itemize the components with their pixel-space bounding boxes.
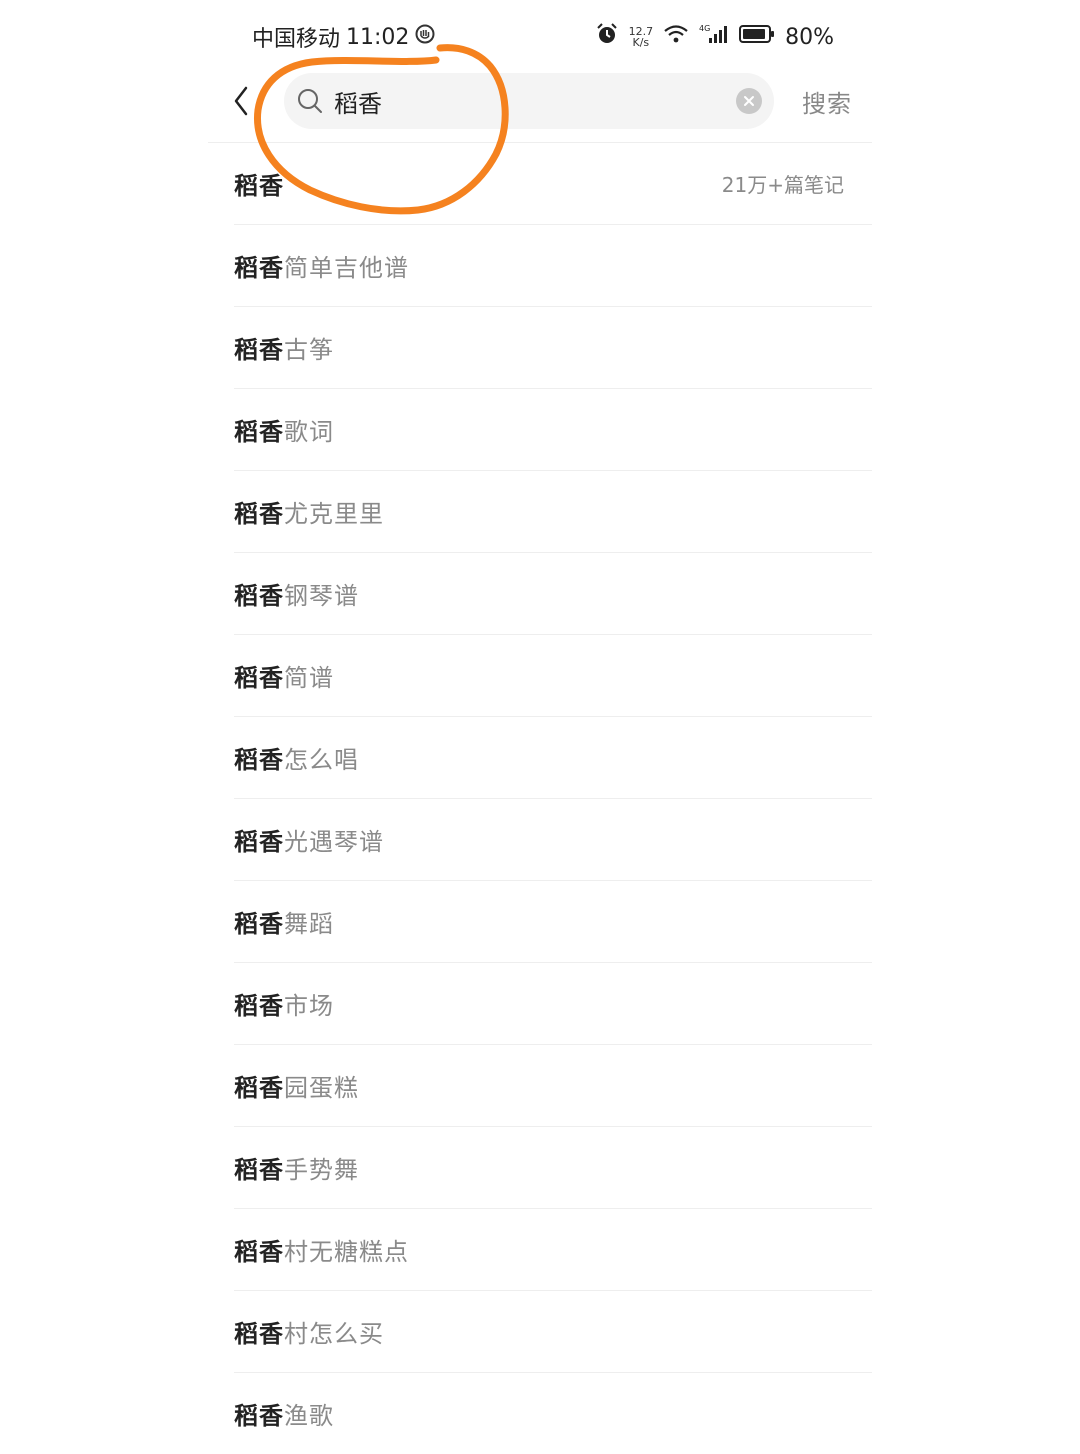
suggestion-item[interactable]: 稻香怎么唱 (234, 717, 872, 799)
suggestion-item[interactable]: 稻香歌词 (234, 389, 872, 471)
suggestion-text: 稻香怎么唱 (234, 740, 359, 775)
suggestion-rest: 村怎么买 (284, 1320, 384, 1348)
suggestion-text: 稻香古筝 (234, 330, 334, 365)
search-header: 搜索 (208, 70, 872, 132)
suggestion-item[interactable]: 稻香钢琴谱 (234, 553, 872, 635)
suggestion-item[interactable]: 稻香村无糖糕点 (234, 1209, 872, 1291)
suggestion-rest: 歌词 (284, 418, 334, 446)
search-button[interactable]: 搜索 (802, 84, 852, 119)
suggestion-match: 稻香 (234, 1074, 284, 1102)
signal-icon: 4G (699, 23, 729, 51)
status-right: 12.7 K/s 4G 80% (595, 22, 834, 52)
suggestion-match: 稻香 (234, 172, 284, 200)
suggestion-item[interactable]: 稻香简单吉他谱 (234, 225, 872, 307)
suggestion-item[interactable]: 稻香光遇琴谱 (234, 799, 872, 881)
suggestion-match: 稻香 (234, 664, 284, 692)
suggestion-match: 稻香 (234, 746, 284, 774)
suggestion-text: 稻香简谱 (234, 658, 334, 693)
suggestion-item[interactable]: 稻香手势舞 (234, 1127, 872, 1209)
suggestion-match: 稻香 (234, 254, 284, 282)
suggestion-text: 稻香 (234, 166, 284, 201)
suggestion-rest: 市场 (284, 992, 334, 1020)
wifi-icon (663, 23, 689, 51)
suggestion-rest: 手势舞 (284, 1156, 359, 1184)
suggestion-rest: 光遇琴谱 (284, 828, 384, 856)
suggestion-text: 稻香园蛋糕 (234, 1068, 359, 1103)
suggestion-match: 稻香 (234, 582, 284, 610)
suggestion-item[interactable]: 稻香渔歌 (234, 1373, 872, 1454)
suggestion-text: 稻香简单吉他谱 (234, 248, 409, 283)
net-speed: 12.7 K/s (629, 26, 654, 48)
suggestion-rest: 村无糖糕点 (284, 1238, 409, 1266)
battery-percent: 80% (785, 24, 834, 50)
alarm-icon (595, 22, 619, 52)
suggestion-item[interactable]: 稻香舞蹈 (234, 881, 872, 963)
suggestion-item[interactable]: 稻香 21万+篇笔记 (234, 143, 872, 225)
net-speed-unit: K/s (632, 36, 650, 49)
suggestion-rest: 钢琴谱 (284, 582, 359, 610)
suggestion-rest: 尤克里里 (284, 500, 384, 528)
carrier-name: 中国移动 (252, 27, 341, 52)
suggestion-match: 稻香 (234, 336, 284, 364)
suggestion-rest: 怎么唱 (284, 746, 359, 774)
suggestion-text: 稻香市场 (234, 986, 334, 1021)
suggestion-match: 稻香 (234, 1402, 284, 1430)
suggestion-item[interactable]: 稻香简谱 (234, 635, 872, 717)
suggestion-match: 稻香 (234, 1238, 284, 1266)
status-time: 11:02 (346, 24, 410, 50)
suggestion-item[interactable]: 稻香市场 (234, 963, 872, 1045)
suggestion-item[interactable]: 稻香村怎么买 (234, 1291, 872, 1373)
suggestion-list: 稻香 21万+篇笔记 稻香简单吉他谱 稻香古筝 稻香歌词 稻香尤克里里 稻香钢琴谱 稻香简谱稻… (234, 143, 872, 1454)
suggestion-text: 稻香渔歌 (234, 1396, 334, 1431)
suggestion-text: 稻香舞蹈 (234, 904, 334, 939)
suggestion-match: 稻香 (234, 992, 284, 1020)
back-chevron-icon (234, 86, 248, 116)
suggestion-text: 稻香村怎么买 (234, 1314, 384, 1349)
suggestion-match: 稻香 (234, 910, 284, 938)
status-bar: 中国移动 11:02 12.7 K/s 4G 80% (252, 18, 834, 56)
suggestion-rest: 渔歌 (284, 1402, 334, 1430)
clear-button[interactable] (736, 88, 762, 114)
suggestion-rest: 舞蹈 (284, 910, 334, 938)
suggestion-item[interactable]: 稻香古筝 (234, 307, 872, 389)
svg-text:4G: 4G (699, 24, 710, 33)
suggestion-match: 稻香 (234, 418, 284, 446)
back-button[interactable] (226, 82, 256, 120)
suggestion-text: 稻香手势舞 (234, 1150, 359, 1185)
suggestion-rest: 简单吉他谱 (284, 254, 409, 282)
suggestion-item[interactable]: 稻香园蛋糕 (234, 1045, 872, 1127)
search-icon (298, 89, 322, 113)
suggestion-match: 稻香 (234, 1320, 284, 1348)
clear-icon (744, 96, 754, 106)
battery-icon (739, 24, 775, 50)
status-left: 中国移动 11:02 (252, 21, 435, 53)
suggestion-item[interactable]: 稻香尤克里里 (234, 471, 872, 553)
suggestion-match: 稻香 (234, 500, 284, 528)
suggestion-note-count: 21万+篇笔记 (721, 173, 844, 197)
suggestion-text: 稻香光遇琴谱 (234, 822, 384, 857)
suggestion-text: 稻香歌词 (234, 412, 334, 447)
suggestion-match: 稻香 (234, 1156, 284, 1184)
suggestion-rest: 园蛋糕 (284, 1074, 359, 1102)
app-notification-icon (415, 24, 435, 50)
suggestion-rest: 简谱 (284, 664, 334, 692)
suggestion-text: 稻香钢琴谱 (234, 576, 359, 611)
suggestion-text: 稻香村无糖糕点 (234, 1232, 409, 1267)
search-box[interactable] (284, 73, 774, 129)
suggestion-match: 稻香 (234, 828, 284, 856)
search-input[interactable] (334, 81, 714, 121)
suggestion-text: 稻香尤克里里 (234, 494, 384, 529)
suggestion-rest: 古筝 (284, 336, 334, 364)
